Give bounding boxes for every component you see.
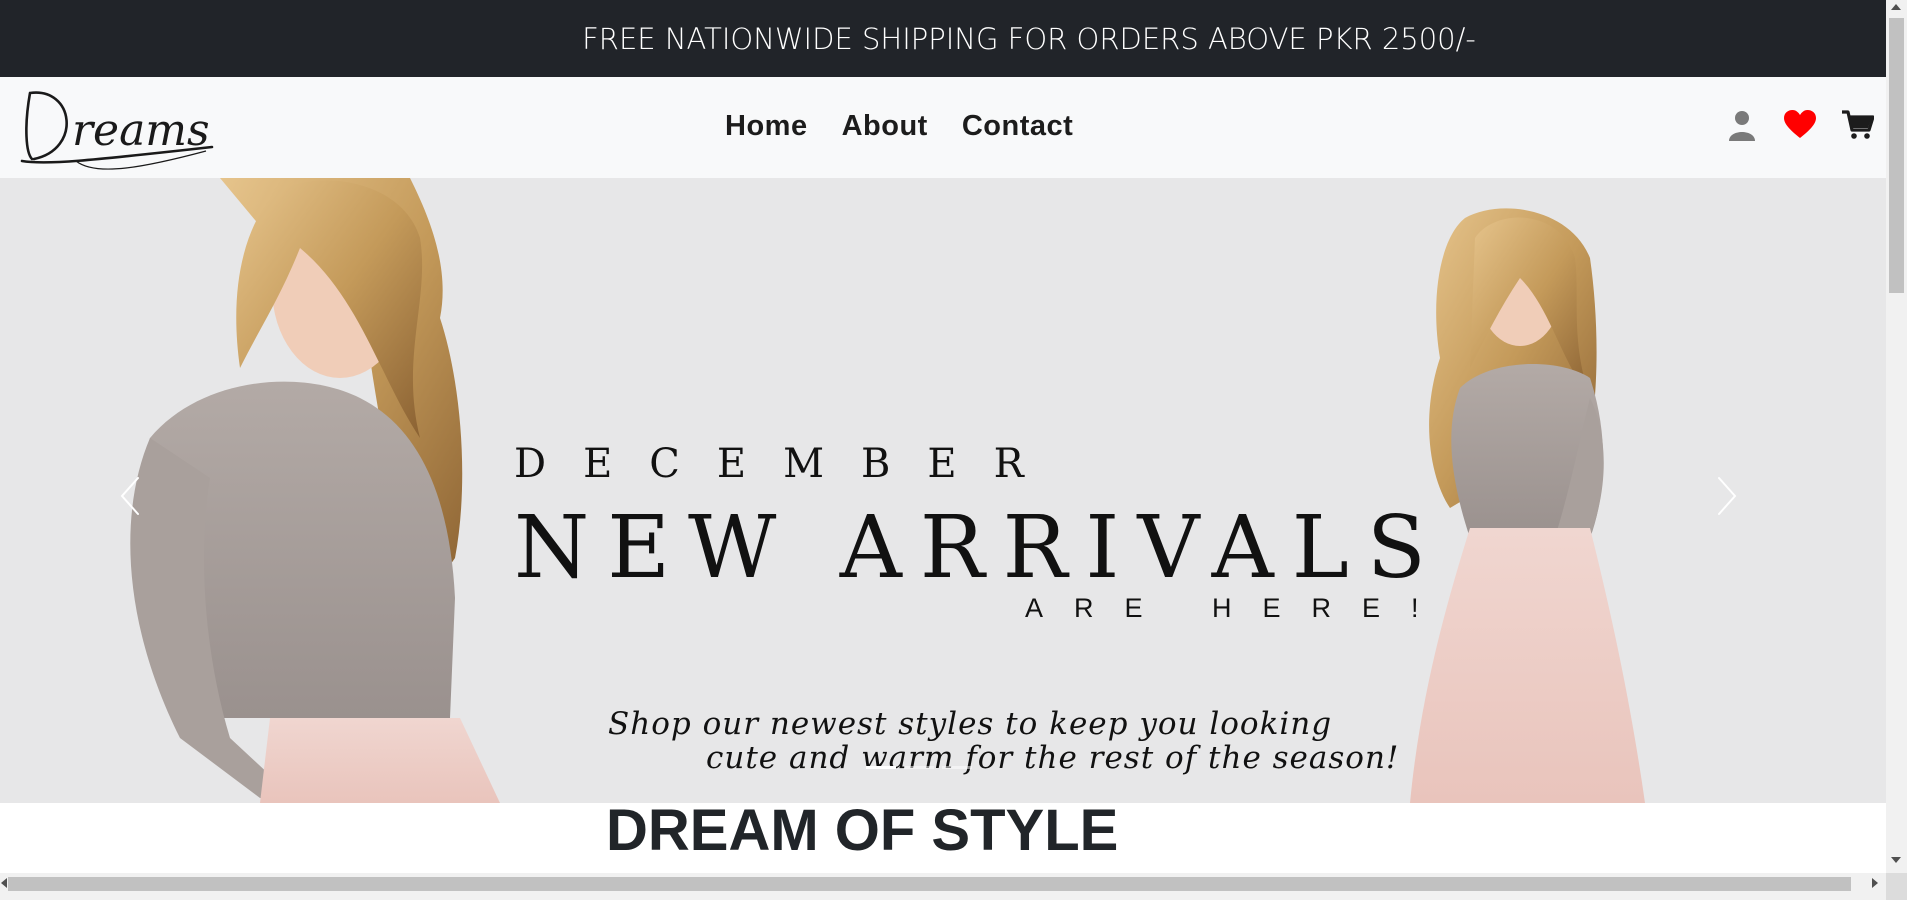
user-icon[interactable] (1726, 109, 1758, 141)
page-viewport: FREE NATIONWIDE SHIPPING FOR ORDERS ABOV… (0, 0, 1886, 873)
nav-link-home[interactable]: Home (725, 110, 808, 143)
scroll-right-icon[interactable] (1872, 878, 1878, 888)
main-navbar: reams Home About Contact (0, 77, 1886, 178)
carousel-indicators (866, 766, 972, 769)
window-bottom-edge (0, 893, 1886, 900)
scrollbar-corner (1886, 873, 1907, 900)
scroll-up-icon[interactable] (1891, 4, 1901, 10)
cart-icon[interactable] (1842, 109, 1875, 141)
chevron-right-icon (1718, 477, 1737, 515)
horizontal-scroll-thumb[interactable] (8, 877, 1851, 891)
hero-carousel: DECEMBER NEW ARRIVALS ARE HERE! Shop our… (0, 178, 1886, 803)
announcement-text: FREE NATIONWIDE SHIPPING FOR ORDERS ABOV… (582, 21, 1476, 56)
hero-month: DECEMBER (514, 441, 1061, 487)
chevron-left-icon (120, 477, 139, 515)
nav-link-contact[interactable]: Contact (962, 110, 1073, 143)
carousel-indicator-2[interactable] (904, 766, 934, 769)
hero-headline: NEW ARRIVALS (514, 498, 1444, 598)
horizontal-scrollbar[interactable] (0, 873, 1886, 893)
vertical-scrollbar[interactable] (1886, 0, 1907, 873)
carousel-indicator-1[interactable] (866, 766, 896, 769)
announcement-bar: FREE NATIONWIDE SHIPPING FOR ORDERS ABOV… (0, 0, 1886, 77)
hero-copy-line-2: cute and warm for the rest of the season… (706, 740, 1400, 776)
svg-text:reams: reams (72, 105, 210, 156)
brand-logo[interactable]: reams (16, 87, 216, 171)
hero-overlay: DECEMBER NEW ARRIVALS ARE HERE! Shop our… (0, 178, 1886, 803)
dreams-logo-icon: reams (20, 91, 214, 170)
nav-icon-group (1726, 109, 1875, 141)
nav-link-about[interactable]: About (842, 110, 928, 143)
primary-nav: Home About Contact (725, 110, 1073, 143)
carousel-next-button[interactable] (1707, 466, 1747, 526)
heart-icon[interactable] (1784, 109, 1816, 141)
carousel-indicator-3[interactable] (942, 766, 972, 769)
carousel-prev-button[interactable] (110, 466, 150, 526)
section-title: DREAM OF STYLE (606, 798, 1119, 863)
scroll-left-icon[interactable] (1, 878, 7, 888)
vertical-scroll-thumb[interactable] (1889, 18, 1904, 293)
hero-subheadline: ARE HERE! (1025, 593, 1450, 623)
hero-copy-line-1: Shop our newest styles to keep you looki… (608, 706, 1333, 742)
scroll-down-icon[interactable] (1891, 857, 1901, 863)
